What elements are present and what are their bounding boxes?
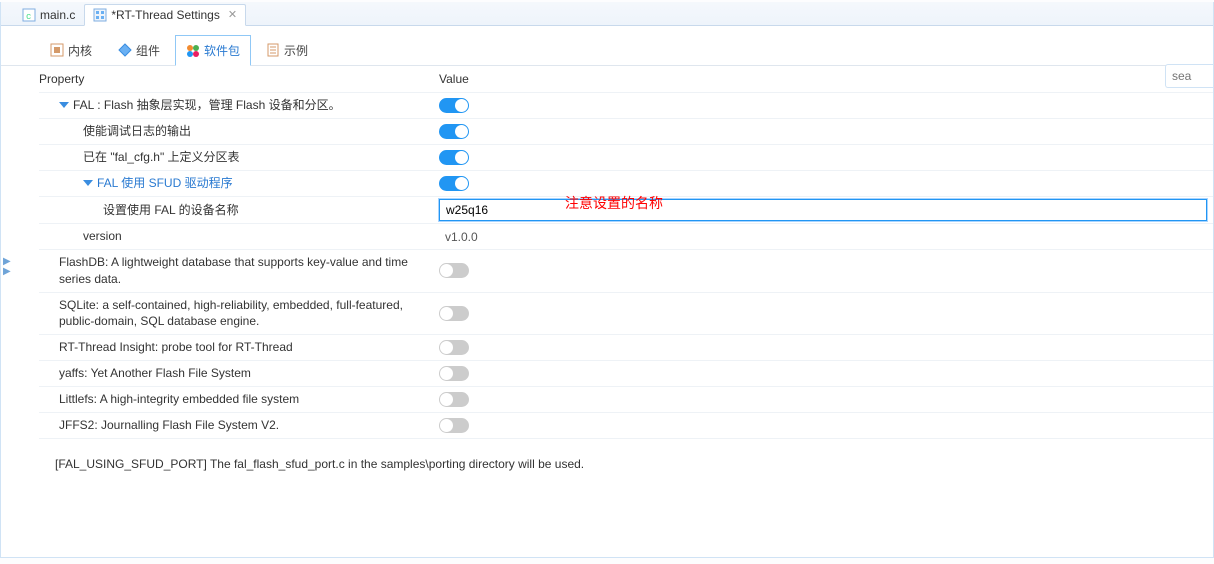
prop-label: yaffs: Yet Another Flash File System [59,365,251,382]
expand-icon[interactable] [59,102,69,108]
components-icon [118,43,132,57]
settings-file-icon [93,8,107,22]
toggle-switch[interactable] [439,150,469,165]
tab-components[interactable]: 组件 [107,35,171,65]
toggle-switch[interactable] [439,418,469,433]
file-tab-label: *RT-Thread Settings [111,8,220,22]
toggle-switch[interactable] [439,98,469,113]
table-row: RT-Thread Insight: probe tool for RT-Thr… [39,334,1213,360]
file-tab-label: main.c [40,8,75,22]
file-tab-bar: c main.c *RT-Thread Settings ✕ [1,2,1213,26]
file-tab-main-c[interactable]: c main.c [13,4,84,26]
toggle-switch[interactable] [439,306,469,321]
tab-label: 软件包 [204,42,240,59]
device-name-input[interactable] [439,199,1207,221]
chevron-right-icon: ▶ [3,258,11,266]
tab-kernel[interactable]: 内核 [39,35,103,65]
toggle-switch[interactable] [439,176,469,191]
table-row: FAL : Flash 抽象层实现，管理 Flash 设备和分区。 [39,92,1213,118]
file-tab-rt-thread-settings[interactable]: *RT-Thread Settings ✕ [84,4,246,26]
table-row: 已在 "fal_cfg.h" 上定义分区表 [39,144,1213,170]
table-row: SQLite: a self-contained, high-reliabili… [39,292,1213,335]
prop-label: version [83,228,122,245]
prop-label: SQLite: a self-contained, high-reliabili… [59,297,429,331]
prop-label: RT-Thread Insight: probe tool for RT-Thr… [59,339,293,356]
prop-label: FAL : Flash 抽象层实现，管理 Flash 设备和分区。 [73,97,341,114]
version-value: v1.0.0 [439,230,478,244]
prop-label: FlashDB: A lightweight database that sup… [59,254,429,288]
search-input[interactable] [1165,64,1213,88]
chevron-right-icon: ▶ [3,268,11,276]
expand-panel-handle[interactable]: ▶ ▶ [3,258,11,276]
toggle-switch[interactable] [439,263,469,278]
svg-text:c: c [26,12,31,22]
table-row: FAL 使用 SFUD 驱动程序 [39,170,1213,196]
prop-label: 已在 "fal_cfg.h" 上定义分区表 [83,149,240,166]
table-row: Littlefs: A high-integrity embedded file… [39,386,1213,412]
table-row: 设置使用 FAL 的设备名称 [39,196,1213,223]
c-file-icon: c [22,8,36,22]
table-row: 使能调试日志的输出 [39,118,1213,144]
prop-label: JFFS2: Journalling Flash File System V2. [59,417,279,434]
tab-label: 内核 [68,42,92,59]
prop-label: FAL 使用 SFUD 驱动程序 [97,175,233,192]
toggle-switch[interactable] [439,340,469,355]
tab-label: 组件 [136,42,160,59]
table-header: Property Value [39,70,1213,92]
toggle-switch[interactable] [439,392,469,407]
header-property: Property [39,72,439,86]
table-row: JFFS2: Journalling Flash File System V2. [39,412,1213,439]
property-table: Property Value FAL : Flash 抽象层实现，管理 Flas… [1,66,1213,439]
prop-label: 设置使用 FAL 的设备名称 [103,202,239,219]
close-icon[interactable]: ✕ [228,8,237,21]
description-text: [FAL_USING_SFUD_PORT] The fal_flash_sfud… [1,439,1213,495]
table-row: version v1.0.0 [39,223,1213,249]
examples-icon [266,43,280,57]
prop-label: 使能调试日志的输出 [83,123,191,140]
kernel-icon [50,43,64,57]
toggle-switch[interactable] [439,366,469,381]
tab-examples[interactable]: 示例 [255,35,319,65]
tab-packages[interactable]: 软件包 [175,35,251,66]
expand-icon[interactable] [83,180,93,186]
category-tab-bar: 内核 组件 软件包 示例 [1,26,1213,66]
table-row: yaffs: Yet Another Flash File System [39,360,1213,386]
tab-label: 示例 [284,42,308,59]
table-row: FlashDB: A lightweight database that sup… [39,249,1213,292]
toggle-switch[interactable] [439,124,469,139]
packages-icon [186,44,200,58]
prop-label: Littlefs: A high-integrity embedded file… [59,391,299,408]
header-value: Value [439,72,1213,86]
